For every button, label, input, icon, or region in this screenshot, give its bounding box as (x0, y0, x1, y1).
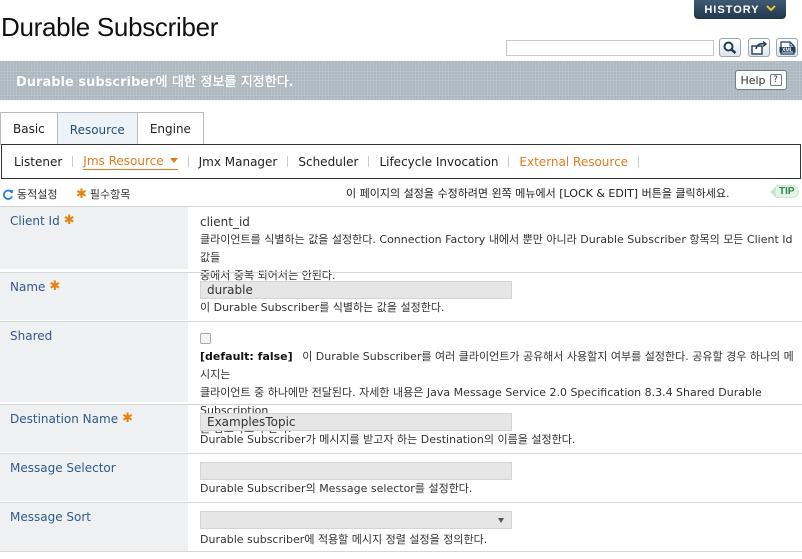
label-destination-name: Destination Name ✱ (0, 405, 188, 452)
label-message-sort-text: Message Sort (10, 510, 92, 524)
separator (187, 156, 189, 167)
content-name: 이 Durable Subscriber를 식별하는 값을 설정한다. (200, 281, 798, 317)
page-title: Durable Subscriber (1, 12, 219, 42)
sub-tabs: Listener Jms Resource Jmx Manager Schedu… (1, 144, 801, 179)
legend-dynamic: 동적설정 (2, 186, 57, 202)
help-label: Help (740, 73, 766, 87)
required-asterisk-icon: ✱ (63, 213, 75, 228)
name-input[interactable] (200, 281, 512, 299)
svg-text:XML: XML (782, 47, 794, 53)
tip-badge-label: TIP (776, 185, 799, 198)
content-message-selector: Durable Subscriber의 Message selector를 설정… (200, 462, 798, 498)
subtab-jms-resource-label: Jms Resource (83, 153, 164, 168)
label-client-id: Client Id ✱ (0, 207, 188, 269)
label-shared-text: Shared (10, 329, 53, 343)
shared-default: [default: false] (200, 350, 293, 363)
dropdown-arrow-icon (498, 518, 504, 523)
search-input[interactable] (506, 40, 714, 56)
subtab-lifecycle-invocation[interactable]: Lifecycle Invocation (379, 155, 498, 169)
label-message-sort: Message Sort (0, 503, 188, 551)
subtab-external-resource[interactable]: External Resource (519, 155, 628, 169)
banner-text: Durable subscriber에 대한 정보를 지정한다. (16, 75, 294, 90)
client-id-value: client_id (200, 215, 250, 229)
destination-name-input[interactable] (200, 413, 512, 431)
legend-dynamic-label: 동적설정 (17, 188, 58, 201)
separator (287, 156, 289, 167)
tip-badge: TIP (770, 185, 799, 198)
history-button[interactable]: HISTORY (694, 0, 786, 19)
question-icon: ? (769, 74, 782, 86)
message-selector-input[interactable] (200, 462, 512, 480)
row-message-selector: Message Selector Durable Subscriber의 Mes… (0, 453, 802, 501)
legend-bar: 동적설정 ✱ 필수항목 이 페이지의 설정을 수정하려면 왼쪽 메뉴에서 [LO… (0, 184, 802, 204)
row-message-sort: Message Sort Durable subscriber에 적용할 메시지… (0, 502, 802, 552)
subtab-scheduler[interactable]: Scheduler (298, 155, 358, 169)
message-sort-desc: Durable subscriber에 적용할 메시지 정렬 설정을 정의한다. (200, 533, 488, 546)
xml-button[interactable]: XML (776, 38, 798, 57)
separator (638, 156, 640, 167)
message-sort-select[interactable] (200, 511, 512, 529)
xml-icon: XML (779, 40, 795, 55)
label-name-text: Name (10, 280, 46, 294)
chevron-down-icon (765, 4, 776, 15)
content-destination-name: Durable Subscriber가 메시지를 받고자 하는 Destinat… (200, 413, 798, 449)
row-name: Name ✱ 이 Durable Subscriber를 식별하는 값을 설정한… (0, 272, 802, 320)
client-id-desc-1: 클라이언트를 식별하는 값을 설정한다. Connection Factory … (200, 233, 793, 264)
name-desc: 이 Durable Subscriber를 식별하는 값을 설정한다. (200, 301, 445, 314)
shared-checkbox[interactable] (200, 333, 211, 344)
separator (72, 156, 74, 167)
export-button[interactable] (748, 38, 770, 57)
required-asterisk-icon: ✱ (49, 279, 61, 294)
search-button[interactable] (719, 38, 741, 57)
label-shared: Shared (0, 322, 188, 402)
main-tabs: Basic Resource Engine (0, 112, 204, 146)
legend-required-label: 필수항목 (89, 188, 131, 201)
required-asterisk-icon: ✱ (76, 186, 87, 202)
legend-required: ✱ 필수항목 (76, 186, 130, 202)
required-asterisk-icon: ✱ (122, 411, 133, 426)
subtab-jms-resource[interactable]: Jms Resource (83, 153, 178, 170)
message-selector-desc: Durable Subscriber의 Message selector를 설정… (200, 482, 473, 495)
separator (368, 156, 370, 167)
row-client-id: Client Id ✱ client_id 클라이언트를 식별하는 값을 설정한… (0, 206, 802, 282)
search-icon (723, 41, 737, 54)
subtab-jmx-manager[interactable]: Jmx Manager (199, 155, 278, 169)
tab-basic[interactable]: Basic (0, 112, 58, 145)
label-message-selector-text: Message Selector (10, 461, 116, 475)
label-message-selector: Message Selector (0, 454, 188, 501)
export-icon (751, 40, 767, 55)
help-button[interactable]: Help ? (735, 70, 787, 90)
history-label: HISTORY (704, 3, 760, 16)
destination-name-desc: Durable Subscriber가 메시지를 받고자 하는 Destinat… (200, 433, 576, 446)
tip-text: 이 페이지의 설정을 수정하려면 왼쪽 메뉴에서 [LOCK & EDIT] 버… (346, 187, 730, 200)
tab-engine[interactable]: Engine (136, 112, 204, 145)
refresh-icon (3, 189, 13, 200)
label-client-id-text: Client Id (10, 214, 60, 228)
caret-down-icon (169, 158, 178, 163)
label-destination-name-text: Destination Name (10, 412, 119, 426)
separator (508, 156, 510, 167)
page-banner: Durable subscriber에 대한 정보를 지정한다. Help ? (0, 61, 802, 100)
row-destination-name: Destination Name ✱ Durable Subscriber가 메… (0, 404, 802, 452)
content-message-sort: Durable subscriber에 적용할 메시지 정렬 설정을 정의한다. (200, 511, 798, 549)
tab-resource[interactable]: Resource (56, 112, 138, 146)
shared-desc-1: [default: false] 이 Durable Subscriber를 여… (200, 348, 798, 384)
subtab-listener[interactable]: Listener (14, 155, 62, 169)
row-shared: Shared [default: false] 이 Durable Subscr… (0, 321, 802, 435)
label-name: Name ✱ (0, 273, 188, 320)
